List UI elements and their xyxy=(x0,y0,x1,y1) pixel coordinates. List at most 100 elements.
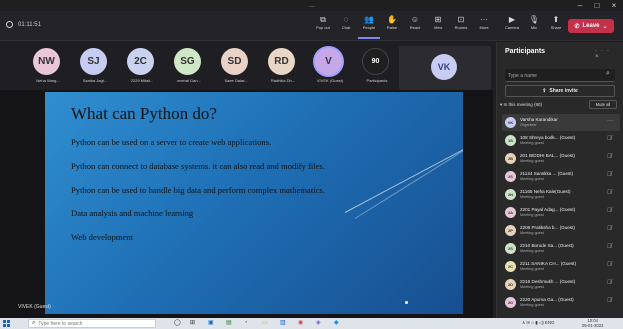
meeting-duration: 01:11:51 xyxy=(18,21,41,28)
widgets-icon[interactable]: ⊞ xyxy=(190,320,195,327)
mic-muted-icon[interactable]: 🎙̸ xyxy=(607,244,612,250)
avatar: 2G xyxy=(505,297,516,308)
word-icon[interactable]: ▥ xyxy=(280,320,286,327)
slide-title: What can Python do? xyxy=(71,104,217,123)
panel-title: Participants xyxy=(505,48,546,55)
participant-row[interactable]: 2A 2201 Payal Adag... (Guest) Meeting gues… xyxy=(502,204,620,221)
mic-muted-icon[interactable]: 🎙̸ xyxy=(607,262,612,268)
avatar: SJ xyxy=(80,48,107,75)
search-icon[interactable]: ⌕ xyxy=(606,70,610,78)
participant-tile[interactable]: SJ Sanika Jagt... xyxy=(71,46,119,88)
participants-panel: Participants ··· × ⌕ ⇪ Share invite ▾ In… xyxy=(496,42,623,318)
react-icon: ☺ xyxy=(410,15,420,24)
mic-muted-icon[interactable]: 🎙̸ xyxy=(607,154,612,160)
participant-tile[interactable]: SG snehal Gan... xyxy=(165,46,213,88)
participant-name: snehal Gan... xyxy=(177,78,201,83)
participant-tile[interactable]: NW Neha Warg... xyxy=(24,46,72,88)
people-button[interactable]: 👥 People xyxy=(358,15,380,39)
system-tray[interactable]: ∧ ✉ ⌂ ▮ ◁) ENG xyxy=(522,320,554,326)
share-icon: ⇪ xyxy=(542,88,547,94)
participant-row[interactable]: VK Varsha Karandikar Organizer ··· xyxy=(502,114,620,131)
share-button[interactable]: ⬆ Share xyxy=(545,15,567,39)
title-bar-menu[interactable]: ... xyxy=(309,2,315,9)
app-icon[interactable]: ◆ xyxy=(334,320,339,327)
participant-row[interactable]: 2P 2206 Pratiksha b... (Guest) Meeting gue… xyxy=(502,222,620,239)
mic-muted-icon[interactable]: 🎙̸ xyxy=(607,280,612,286)
chat-button[interactable]: ◌ Chat xyxy=(335,15,357,39)
taskbar-search[interactable]: ⌕ xyxy=(28,319,156,328)
participant-row[interactable]: 2N 21165 Neha Kale(Guest) Meeting guest 🎙̸ xyxy=(502,186,620,203)
participant-row[interactable]: 2D 2216 Deshmukh ... (Guest) Meeting guest… xyxy=(502,276,620,293)
avatar: 90 xyxy=(362,48,389,75)
maximize-button[interactable]: □ xyxy=(591,1,603,10)
participant-search[interactable]: ⌕ xyxy=(505,69,615,82)
taskbar-clock[interactable]: 10:04 05-01-2022 xyxy=(582,318,603,328)
windows-start-icon[interactable] xyxy=(3,320,10,327)
leave-button[interactable]: ✆ Leave ⌄ xyxy=(568,19,614,33)
avatar: 2C xyxy=(127,48,154,75)
participant-row[interactable]: 2S 2210 Borude Sa... (Guest) Meeting guest… xyxy=(502,240,620,257)
button-label: Mic xyxy=(530,25,538,30)
slide-bullet: Python can connect to database systems. … xyxy=(71,161,325,171)
mic-muted-icon[interactable]: 🎙̸ xyxy=(607,190,612,196)
avatar: 2C xyxy=(505,261,516,272)
in-meeting-section[interactable]: ▾ In this meeting (90) xyxy=(500,102,542,108)
store-icon[interactable]: ▣ xyxy=(208,320,214,327)
more-button[interactable]: ··· More xyxy=(473,15,495,39)
mic-muted-icon[interactable]: 🎙̸ xyxy=(607,208,612,214)
participant-search-input[interactable] xyxy=(508,71,598,80)
participant-tile[interactable]: 90 Participants xyxy=(353,46,401,88)
shield-icon xyxy=(6,21,13,28)
participant-row[interactable]: 2B 201 BIDDHI BAL... (Guest) Meeting guest… xyxy=(502,150,620,167)
participant-tile[interactable]: V VIVEK (Guest) xyxy=(306,46,354,88)
view-button[interactable]: ⊞ View xyxy=(427,15,449,39)
participant-role: Meeting guest xyxy=(520,177,544,181)
mic-muted-icon[interactable]: 🎙̸ xyxy=(607,172,612,178)
excel-icon[interactable]: ▤ xyxy=(226,320,232,327)
button-label: Chat xyxy=(341,25,351,30)
edge-icon[interactable]: ◔ xyxy=(244,320,248,327)
participant-row[interactable]: 2G 2220 Apurva Ga... (Guest) Meeting guest… xyxy=(502,294,620,311)
chrome-icon[interactable]: ◉ xyxy=(298,320,303,327)
chevron-down-icon[interactable]: ⌄ xyxy=(603,23,608,30)
file-explorer-icon[interactable]: ▭ xyxy=(262,320,268,327)
task-view-icon[interactable]: ◯ xyxy=(174,320,181,327)
chat-icon: ◌ xyxy=(343,15,349,24)
taskbar-search-input[interactable] xyxy=(38,320,149,327)
mic-muted-icon[interactable]: 🎙̸ xyxy=(607,298,612,304)
share-invite-label: Share invite xyxy=(549,88,578,94)
participant-tile[interactable]: SD Saee Dalar... xyxy=(212,46,260,88)
avatar: 2A xyxy=(505,207,516,218)
raise-button[interactable]: ✋ Raise xyxy=(381,15,403,39)
share-invite-button[interactable]: ⇪ Share invite xyxy=(505,85,615,97)
participant-tile[interactable]: 2C 2229 Mitali... xyxy=(118,46,166,88)
participant-row[interactable]: 2S 21124 Sanskka ... (Guest) Meeting guest… xyxy=(502,168,620,185)
mic-muted-icon[interactable]: 🎙̸ xyxy=(607,136,612,142)
participant-name: 2201 Payal Adag... (Guest) xyxy=(520,207,576,212)
rooms-button[interactable]: ⊡ Rooms xyxy=(450,15,472,39)
people-icon: 👥 xyxy=(364,15,374,24)
more-options-icon[interactable]: ··· xyxy=(607,118,613,124)
shared-screen: What can Python do? Python can be used o… xyxy=(0,90,493,318)
participant-role: Organizer xyxy=(520,123,537,127)
mic-button[interactable]: 🎙 Mic xyxy=(523,15,545,39)
participant-tile[interactable]: RD Radhika Dh... xyxy=(259,46,307,88)
react-button[interactable]: ☺ React xyxy=(404,15,426,39)
close-window-button[interactable]: × xyxy=(608,1,620,10)
button-label: More xyxy=(479,25,489,30)
slide-bullet: Python can be used on a server to create… xyxy=(71,137,272,147)
mute-all-button[interactable]: Mute all xyxy=(589,100,617,109)
pop-out-icon: ⧉ xyxy=(320,15,326,24)
participant-row[interactable]: 2C 2211 SANIKA CH... (Guest) Meeting guest… xyxy=(502,258,620,275)
panel-actions[interactable]: ··· × xyxy=(595,48,623,60)
teams-icon[interactable]: ◈ xyxy=(316,320,321,327)
mic-muted-icon[interactable]: 🎙̸ xyxy=(607,226,612,232)
pop-out-button[interactable]: ⧉ Pop out xyxy=(312,15,334,39)
minimize-button[interactable]: – xyxy=(574,1,586,10)
participant-row[interactable]: 1S 108 Shreya bodk... (Guest) Meeting gues… xyxy=(502,132,620,149)
camera-icon: ▶ xyxy=(508,15,516,24)
decorative-line xyxy=(344,146,463,213)
camera-button[interactable]: ▶ Camera xyxy=(501,15,523,39)
avatar: 2S xyxy=(505,171,516,182)
featured-participant-tile[interactable]: VK xyxy=(399,46,491,90)
